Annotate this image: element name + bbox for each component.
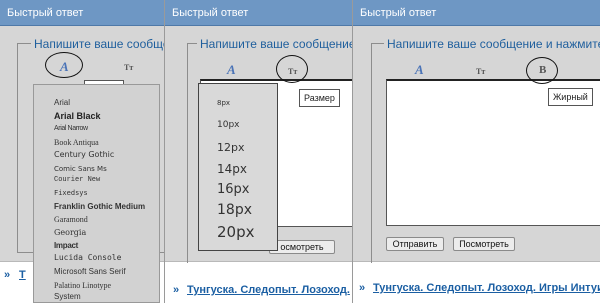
size-option-18px[interactable]: 18px <box>217 202 252 218</box>
panel-3-body: Напишите ваше сообщение и нажмите « A Tт… <box>353 26 600 268</box>
font-option-palatino[interactable]: Palatino Linotype <box>54 281 111 290</box>
send-button[interactable]: Отправить <box>386 237 444 251</box>
font-option-arial-black[interactable]: Arial Black <box>54 111 101 121</box>
font-option-microsoft-sans-serif[interactable]: Microsoft Sans Serif <box>54 267 126 276</box>
bold-tooltip: Жирный <box>548 88 593 106</box>
font-option-garamond[interactable]: Garamond <box>54 215 88 224</box>
panel-2-bullet: » <box>173 284 180 296</box>
font-option-courier-new[interactable]: Courier New <box>54 176 100 184</box>
font-option-century-gothic[interactable]: Century Gothic <box>54 150 114 159</box>
font-option-fixedsys[interactable]: Fixedsys <box>54 189 88 197</box>
panel-1-link[interactable]: Т <box>19 269 26 281</box>
panel-1-title: Быстрый ответ <box>0 0 170 26</box>
panel-3-legend: Напишите ваше сообщение и нажмите « <box>384 37 600 51</box>
panel-3-font-button[interactable]: A <box>415 62 424 78</box>
panel-2-link[interactable]: Тунгуска. Следопыт. Лозоход. <box>187 284 350 296</box>
panel-3-link-row: » Тунгуска. Следопыт. Лозоход. Игры Инту… <box>353 263 600 303</box>
size-option-16px[interactable]: 16px <box>217 182 250 197</box>
panel-3-title: Быстрый ответ <box>353 0 600 26</box>
panel-1-legend: Напишите ваше сообще <box>31 37 170 51</box>
panel-3-link[interactable]: Тунгуска. Следопыт. Лозоход. Игры Интуи <box>373 282 600 294</box>
size-option-12px[interactable]: 12px <box>217 141 245 154</box>
font-option-lucida-console[interactable]: Lucida Console <box>54 253 121 262</box>
size-option-20px[interactable]: 20px <box>217 223 255 241</box>
font-option-comic-sans[interactable]: Comic Sans Ms <box>54 165 107 173</box>
panel-2-legend: Напишите ваше сообщение <box>197 37 356 51</box>
panel-3-font-size-button[interactable]: Tт <box>476 67 485 76</box>
preview-button[interactable]: Посмотреть <box>453 237 515 251</box>
panel-2-preview-button[interactable]: осмотреть <box>269 240 335 254</box>
font-button-highlight <box>45 52 83 78</box>
panel-2-title: Быстрый ответ <box>165 0 356 26</box>
font-option-georgia[interactable]: Georgia <box>54 228 86 237</box>
size-option-10px[interactable]: 10px <box>217 120 240 130</box>
font-option-franklin-gothic[interactable]: Franklin Gothic Medium <box>54 202 145 211</box>
font-size-dropdown[interactable]: 8px 10px 12px 14px 16px 18px 20px <box>198 83 278 251</box>
bold-button-highlight <box>526 57 558 84</box>
font-option-arial-narrow[interactable]: Arial Narrow <box>54 125 88 132</box>
panel-2-link-row: » Тунгуска. Следопыт. Лозоход. <box>165 263 356 303</box>
font-size-button-highlight <box>276 55 308 83</box>
font-option-arial[interactable]: Arial <box>54 98 70 107</box>
font-family-dropdown[interactable]: Arial Arial Black Arial Narrow Book Anti… <box>33 84 160 303</box>
size-option-8px[interactable]: 8px <box>217 99 230 107</box>
font-option-impact[interactable]: Impact <box>54 241 78 250</box>
panel-1-bullet: » <box>4 269 11 281</box>
size-tooltip: Размер <box>299 89 340 107</box>
font-size-button[interactable]: Tт <box>124 63 133 72</box>
panel-3-bullet: » <box>359 282 366 294</box>
font-option-system[interactable]: System <box>54 292 81 301</box>
size-option-14px[interactable]: 14px <box>217 162 247 176</box>
reply-panel-3: Быстрый ответ Напишите ваше сообщение и … <box>352 0 600 303</box>
font-option-book-antiqua[interactable]: Book Antiqua <box>54 138 99 147</box>
panel-2-font-button[interactable]: A <box>227 62 236 78</box>
